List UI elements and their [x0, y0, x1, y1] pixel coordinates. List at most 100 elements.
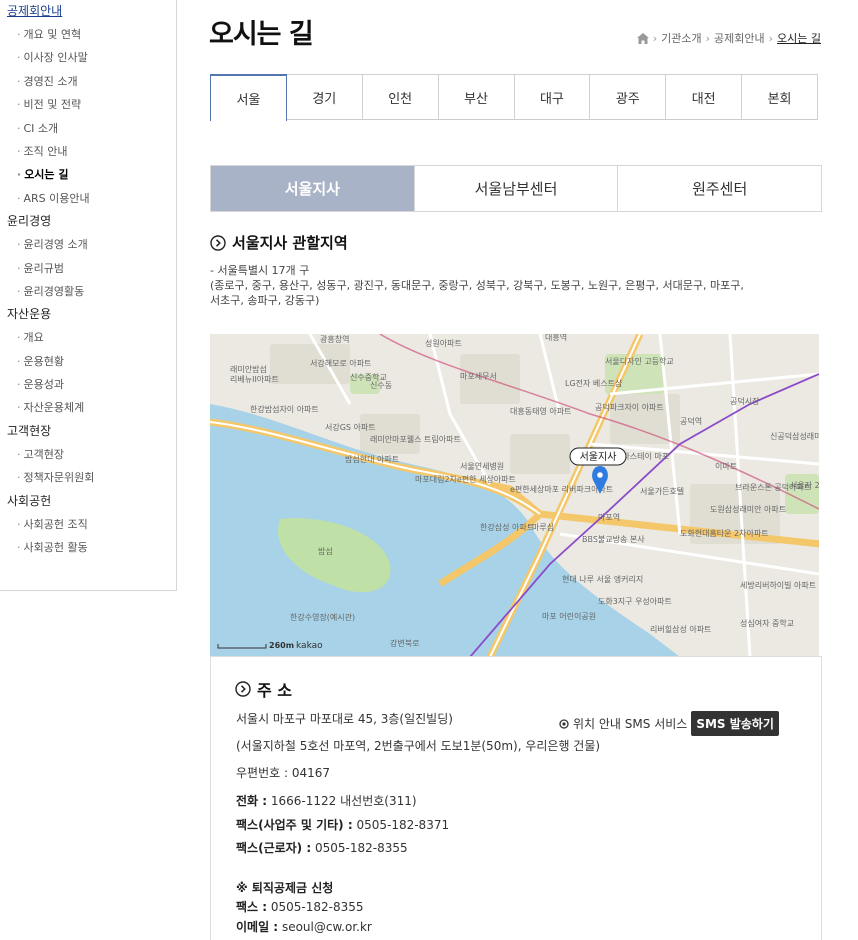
tab-daegu[interactable]: 대구 — [514, 74, 591, 119]
map-label: 래미안마포웰스 트림아파트 — [370, 434, 461, 444]
retire-fax-value: 0505-182-8355 — [270, 900, 364, 914]
sidebar-item-label: 사회공헌 활동 — [23, 541, 88, 555]
sidebar-group[interactable]: 자산운용 — [0, 303, 176, 326]
location-map[interactable]: 광흥창역 대흥역 성원아파트 래미안밤섬 리베뉴II아파트 서강해모로 아파트 신수중학교 신… — [210, 334, 819, 657]
tab-wonju-center[interactable]: 원주센터 — [617, 166, 821, 211]
address-title: 주 소 — [257, 681, 293, 700]
map-label: 성심여자 중학교 — [740, 618, 794, 628]
sidebar-item-label: 정책자문위원회 — [23, 471, 95, 485]
sidebar-item[interactable]: · 조직 안내 — [0, 140, 176, 163]
jurisdiction-heading: 서울지사 관할지역 — [210, 232, 348, 253]
tab-seoul-south-center[interactable]: 서울남부센터 — [413, 166, 618, 211]
sidebar-item[interactable]: · 윤리규범 — [0, 257, 176, 280]
map-label: 서울연세병원 — [460, 462, 504, 471]
sidebar-item[interactable]: · 비전 및 전략 — [0, 93, 176, 116]
tab-headquarters[interactable]: 본회 — [742, 74, 818, 119]
map-label: 한강밤섬자이 아파트 — [250, 404, 319, 414]
phone-line: 전화 : 1666-1122 내선번호(311) — [236, 792, 417, 809]
sidebar-item[interactable]: · 개요 — [0, 326, 176, 349]
bullet-icon: · — [17, 401, 21, 415]
sidebar-item-label: 자산운용체계 — [23, 401, 85, 415]
map-label: 래미안밤섬 — [230, 364, 267, 374]
target-icon — [559, 718, 569, 729]
tab-gyeonggi[interactable]: 경기 — [286, 74, 363, 119]
fax-worker-value: 0505-182-8355 — [314, 841, 408, 855]
map-label: 밤섬 — [318, 546, 333, 556]
tab-seoul-branch[interactable]: 서울지사 — [211, 166, 414, 211]
jurisdiction-line: - 서울특별시 17개 구 — [210, 264, 310, 277]
map-label: BBS불교방송 본사 — [582, 534, 645, 544]
sidebar-group[interactable]: 공제회안내 — [0, 0, 176, 23]
breadcrumb-item[interactable]: 공제회안내 — [714, 30, 765, 46]
sidebar-item[interactable]: · 윤리경영활동 — [0, 280, 176, 303]
sidebar-item-label: 경영진 소개 — [23, 74, 78, 88]
retire-fax-line: 팩스 : 0505-182-8355 — [236, 898, 364, 915]
circle-arrow-icon — [210, 234, 226, 251]
bullet-icon: · — [17, 261, 21, 275]
email-label: 이메일 : — [236, 920, 279, 934]
phone-label: 전화 : — [236, 794, 268, 808]
tab-gwangju[interactable]: 광주 — [590, 74, 667, 119]
map-label: 공덕역 — [680, 416, 702, 426]
bullet-icon: · — [17, 144, 21, 158]
sidebar-item[interactable]: · 개요 및 연혁 — [0, 23, 176, 46]
sidebar-group[interactable]: 윤리경영 — [0, 210, 176, 233]
tab-daejeon[interactable]: 대전 — [666, 74, 743, 119]
sidebar-item[interactable]: · 윤리경영 소개 — [0, 233, 176, 256]
map-label: 마포 어린이공원 — [542, 611, 596, 621]
sidebar-item-label: 비전 및 전략 — [23, 98, 82, 112]
sidebar-item[interactable]: · 이사장 인사말 — [0, 46, 176, 69]
sidebar-item[interactable]: · 운용성과 — [0, 373, 176, 396]
tab-seoul[interactable]: 서울 — [210, 74, 287, 121]
kakao-logo: kakao — [296, 641, 323, 651]
bullet-icon: · — [17, 517, 21, 531]
sidebar-item-label: 윤리경영 소개 — [23, 238, 88, 252]
street-address: 서울시 마포구 마포대로 45, 3층(일진빌딩) — [236, 712, 453, 726]
sidebar-item[interactable]: · 오시는 길 — [0, 163, 176, 186]
phone-value: 1666-1122 내선번호(311) — [270, 794, 417, 808]
sidebar-item[interactable]: · 운용현황 — [0, 350, 176, 373]
sidebar-item[interactable]: · ARS 이용안내 — [0, 187, 176, 210]
bullet-icon: · — [17, 541, 21, 555]
sidebar-group[interactable]: 고객현장 — [0, 420, 176, 443]
sidebar-item[interactable]: · 고객현장 — [0, 443, 176, 466]
chevron-right-icon: › — [652, 31, 658, 45]
home-icon[interactable] — [636, 32, 649, 44]
map-label: 도화3지구 우성아파트 — [598, 596, 672, 606]
sidebar-group[interactable]: 사회공헌 — [0, 490, 176, 513]
retire-title-text: ※ 퇴직공제금 신청 — [236, 881, 334, 895]
map-label: 세방리버하이빌 아파트 — [740, 580, 816, 590]
sidebar-item[interactable]: · 사회공헌 조직 — [0, 513, 176, 536]
region-tabs: 서울 경기 인천 부산 대구 광주 대전 본회 — [210, 74, 818, 121]
tab-busan[interactable]: 부산 — [438, 74, 515, 119]
map-label: 마포대림2차e편한 세상아파트 — [415, 474, 516, 484]
sms-service: 위치 안내 SMS 서비스 SMS 발송하기 — [559, 711, 779, 736]
breadcrumb-item[interactable]: 기관소개 — [661, 30, 701, 46]
sidebar-item[interactable]: · 경영진 소개 — [0, 70, 176, 93]
marker-label: 서울지사 — [580, 451, 617, 463]
jurisdiction-line: (종로구, 중구, 용산구, 성동구, 광진구, 동대문구, 중랑구, 성북구,… — [210, 279, 744, 292]
sms-send-button[interactable]: SMS 발송하기 — [691, 711, 779, 736]
scale-label: 260m — [269, 641, 294, 650]
sidebar-item[interactable]: · CI 소개 — [0, 117, 176, 140]
sidebar-item[interactable]: · 자산운용체계 — [0, 396, 176, 419]
bullet-icon: · — [17, 354, 21, 368]
bullet-icon: · — [17, 238, 21, 252]
sidebar-item-label: 오시는 길 — [24, 168, 69, 182]
bullet-icon: · — [17, 284, 21, 298]
sidebar: 공제회안내 · 개요 및 연혁 · 이사장 인사말 · 경영진 소개 · 비전 및 전략 · CI … — [0, 0, 177, 591]
chevron-right-icon: › — [705, 31, 710, 45]
directions: (서울지하철 5호선 마포역, 2번출구에서 도보1분(50m), 우리은행 건… — [236, 739, 601, 753]
map-canvas[interactable]: 광흥창역 대흥역성원아파트래미안밤섬리베뉴II아파트서강해모로 아파트신수중학교신… — [210, 334, 819, 657]
breadcrumb-current[interactable]: 오시는 길 — [777, 30, 821, 46]
jurisdiction-title: 서울지사 관할지역 — [232, 234, 348, 252]
map-label: 신공덕삼성래미안 1차아파트 — [770, 431, 819, 441]
sidebar-item-label: 사회공헌 조직 — [23, 517, 88, 531]
email-value[interactable]: seoul@cw.or.kr — [282, 920, 372, 934]
map-label: 신수동 — [370, 381, 392, 390]
sidebar-item[interactable]: · 정책자문위원회 — [0, 466, 176, 489]
jurisdiction-line: 서초구, 송파구, 강동구) — [210, 294, 320, 307]
tab-incheon[interactable]: 인천 — [362, 74, 439, 119]
postal-code: 우편번호 : 04167 — [236, 766, 331, 780]
sidebar-item[interactable]: · 사회공헌 활동 — [0, 536, 176, 559]
